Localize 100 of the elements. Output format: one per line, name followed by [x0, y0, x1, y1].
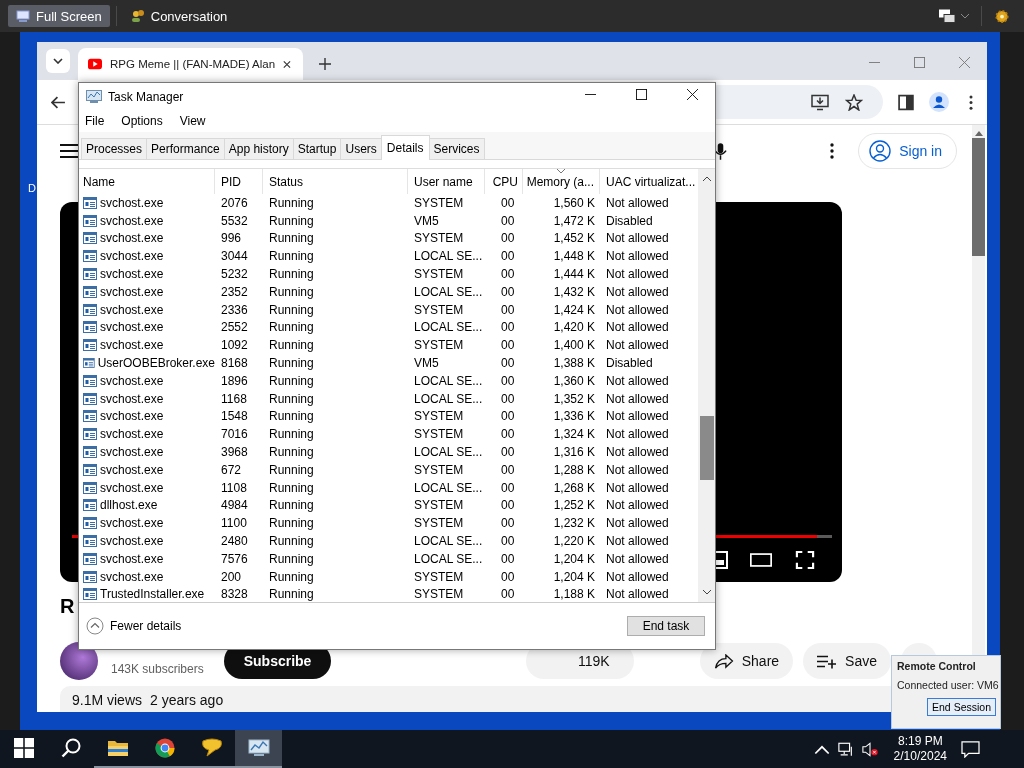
pid-cell: 8328 — [221, 587, 248, 602]
status-cell: Running — [269, 338, 314, 353]
cpu-cell: 00 — [501, 356, 515, 371]
status-cell: Running — [269, 302, 314, 317]
cpu-cell: 00 — [501, 231, 515, 246]
cpu-cell: 00 — [501, 551, 515, 566]
process-name: svchost.exe — [100, 213, 164, 228]
process-name: svchost.exe — [100, 195, 164, 210]
status-cell: Running — [269, 409, 314, 424]
user-cell: LOCAL SE... — [414, 320, 483, 335]
uac-cell: Not allowed — [606, 249, 669, 264]
uac-cell: Not allowed — [606, 498, 669, 513]
uac-cell: Not allowed — [606, 534, 669, 549]
process-name: svchost.exe — [100, 231, 164, 246]
memory-cell: 1,352 K — [553, 391, 595, 406]
pid-cell: 1092 — [221, 338, 248, 353]
user-cell: SYSTEM — [414, 302, 464, 317]
upload-age: 2 years ago — [150, 692, 224, 708]
uac-cell: Disabled — [606, 213, 653, 228]
process-name: svchost.exe — [100, 462, 164, 477]
status-cell: Running — [269, 445, 314, 460]
cpu-cell: 00 — [501, 569, 515, 584]
window-title: Task Manager — [108, 89, 184, 104]
uac-cell: Not allowed — [606, 302, 669, 317]
memory-cell: 1,204 K — [553, 551, 595, 566]
pid-cell: 8168 — [221, 356, 248, 371]
status-cell: Running — [269, 391, 314, 406]
pid-cell: 1548 — [221, 409, 248, 424]
memory-cell: 1,388 K — [553, 356, 595, 371]
user-cell: SYSTEM — [414, 231, 464, 246]
status-cell: Running — [269, 462, 314, 477]
uac-cell: Not allowed — [606, 338, 669, 353]
uac-cell: Not allowed — [606, 320, 669, 335]
uac-cell: Not allowed — [606, 195, 669, 210]
status-cell: Running — [269, 356, 314, 371]
user-cell: SYSTEM — [414, 338, 464, 353]
process-name: svchost.exe — [100, 249, 164, 264]
user-cell: LOCAL SE... — [414, 445, 483, 460]
memory-cell: 1,324 K — [553, 427, 595, 442]
user-cell: LOCAL SE... — [414, 551, 483, 566]
process-name: svchost.exe — [100, 409, 164, 424]
memory-cell: 1,452 K — [553, 231, 595, 246]
memory-cell: 1,424 K — [553, 302, 595, 317]
cpu-cell: 00 — [501, 445, 515, 460]
pid-cell: 1168 — [221, 391, 247, 406]
process-name: svchost.exe — [100, 267, 164, 282]
pid-cell: 7576 — [221, 551, 248, 566]
memory-cell: 1,188 K — [553, 587, 595, 602]
cpu-cell: 00 — [501, 498, 515, 513]
pid-cell: 1100 — [221, 516, 247, 531]
process-name: dllhost.exe — [100, 498, 158, 513]
status-cell: Running — [269, 284, 314, 299]
process-name: svchost.exe — [100, 480, 164, 495]
status-cell: Running — [269, 195, 314, 210]
uac-cell: Not allowed — [606, 284, 669, 299]
process-name: svchost.exe — [100, 284, 164, 299]
user-cell: VM5 — [414, 356, 439, 371]
user-cell: LOCAL SE... — [414, 480, 483, 495]
user-cell: SYSTEM — [414, 462, 464, 477]
uac-cell: Not allowed — [606, 267, 669, 282]
status-cell: Running — [269, 213, 314, 228]
subscriber-count: 143K subscribers — [111, 662, 204, 676]
pid-cell: 4984 — [221, 498, 248, 513]
cpu-cell: 00 — [501, 338, 515, 353]
memory-cell: 1,252 K — [553, 498, 595, 513]
cpu-cell: 00 — [501, 534, 515, 549]
status-cell: Running — [269, 480, 314, 495]
status-cell: Running — [269, 551, 314, 566]
user-cell: SYSTEM — [414, 569, 464, 584]
memory-cell: 1,220 K — [553, 534, 595, 549]
memory-cell: 1,472 K — [553, 213, 595, 228]
memory-cell: 1,316 K — [553, 445, 595, 460]
pid-cell: 1896 — [221, 373, 248, 388]
cpu-cell: 00 — [501, 409, 515, 424]
user-cell: SYSTEM — [414, 427, 464, 442]
memory-cell: 1,360 K — [553, 373, 595, 388]
video-title: R — [60, 595, 75, 619]
memory-cell: 1,268 K — [553, 480, 595, 495]
cpu-cell: 00 — [501, 320, 515, 335]
uac-cell: Not allowed — [606, 587, 669, 602]
process-name: svchost.exe — [100, 391, 164, 406]
process-name: svchost.exe — [100, 551, 164, 566]
cpu-cell: 00 — [501, 587, 515, 602]
status-cell: Running — [269, 373, 314, 388]
memory-cell: 1,448 K — [553, 249, 595, 264]
user-cell: LOCAL SE... — [414, 391, 483, 406]
user-cell: LOCAL SE... — [414, 249, 483, 264]
cpu-cell: 00 — [501, 302, 515, 317]
cpu-cell: 00 — [501, 462, 515, 477]
pid-cell: 1108 — [221, 480, 247, 495]
pid-cell: 3044 — [221, 249, 248, 264]
cpu-cell: 00 — [501, 391, 515, 406]
pid-cell: 7016 — [221, 427, 248, 442]
user-cell: LOCAL SE... — [414, 284, 483, 299]
uac-cell: Not allowed — [606, 427, 669, 442]
uac-cell: Not allowed — [606, 569, 669, 584]
process-name: svchost.exe — [100, 516, 164, 531]
process-name: TrustedInstaller.exe — [100, 587, 205, 602]
connected-user-text: Connected user: VM6 — [897, 679, 996, 691]
cpu-cell: 00 — [501, 213, 515, 228]
